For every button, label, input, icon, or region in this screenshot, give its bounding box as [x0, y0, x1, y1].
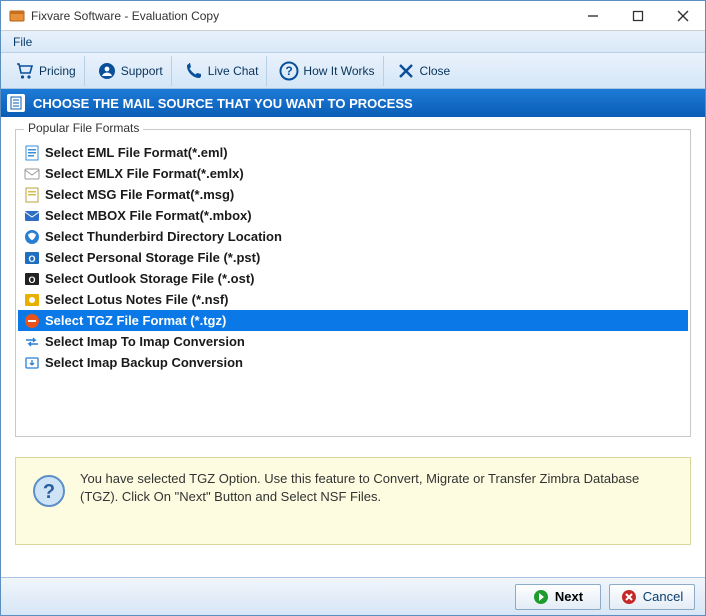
cancel-x-icon	[621, 589, 637, 605]
thunderbird-icon	[24, 229, 40, 245]
toolbar-howitworks-label: How It Works	[303, 64, 374, 78]
toolbar-pricing-button[interactable]: Pricing	[7, 56, 85, 86]
close-window-button[interactable]	[660, 1, 705, 30]
info-panel: ? You have selected TGZ Option. Use this…	[15, 457, 691, 545]
info-question-icon: ?	[32, 474, 66, 508]
eml-file-icon	[24, 145, 40, 161]
toolbar-support-button[interactable]: Support	[89, 56, 172, 86]
toolbar-howitworks-button[interactable]: ? How It Works	[271, 56, 383, 86]
format-item-label: Select Imap Backup Conversion	[45, 355, 243, 370]
svg-text:?: ?	[43, 481, 55, 503]
maximize-button[interactable]	[615, 1, 660, 30]
format-item-label: Select TGZ File Format (*.tgz)	[45, 313, 226, 328]
question-icon: ?	[279, 61, 299, 81]
imap-backup-icon	[24, 355, 40, 371]
menubar: File	[1, 31, 705, 53]
info-text: You have selected TGZ Option. Use this f…	[80, 468, 674, 505]
headset-icon	[97, 61, 117, 81]
footer: Next Cancel	[1, 577, 705, 615]
emlx-file-icon	[24, 166, 40, 182]
cart-icon	[15, 61, 35, 81]
format-item-label: Select Personal Storage File (*.pst)	[45, 250, 260, 265]
svg-text:O: O	[28, 275, 35, 285]
titlebar: Fixvare Software - Evaluation Copy	[1, 1, 705, 31]
lotus-notes-icon	[24, 292, 40, 308]
cancel-button-label: Cancel	[643, 589, 683, 604]
toolbar-livechat-button[interactable]: Live Chat	[176, 56, 268, 86]
zimbra-tgz-icon	[24, 313, 40, 329]
phone-icon	[184, 61, 204, 81]
toolbar-pricing-label: Pricing	[39, 64, 76, 78]
format-item-label: Select Lotus Notes File (*.nsf)	[45, 292, 228, 307]
msg-file-icon	[24, 187, 40, 203]
next-button[interactable]: Next	[515, 584, 601, 610]
next-button-label: Next	[555, 589, 583, 604]
next-arrow-icon	[533, 589, 549, 605]
window-title: Fixvare Software - Evaluation Copy	[31, 9, 570, 23]
format-item-label: Select EMLX File Format(*.emlx)	[45, 166, 244, 181]
imap-transfer-icon	[24, 334, 40, 350]
toolbar-close-label: Close	[420, 64, 451, 78]
formats-groupbox: Popular File Formats Select EML File For…	[15, 129, 691, 437]
format-item-mbox[interactable]: Select MBOX File Format(*.mbox)	[18, 205, 688, 226]
outlook-pst-icon: O	[24, 250, 40, 266]
main-panel: Popular File Formats Select EML File For…	[1, 117, 705, 437]
format-item-label: Select Thunderbird Directory Location	[45, 229, 282, 244]
toolbar: Pricing Support Live Chat ? How It Works…	[1, 53, 705, 89]
minimize-button[interactable]	[570, 1, 615, 30]
cancel-button[interactable]: Cancel	[609, 584, 695, 610]
app-icon	[9, 8, 25, 24]
format-item-emlx[interactable]: Select EMLX File Format(*.emlx)	[18, 163, 688, 184]
format-item-imap-backup[interactable]: Select Imap Backup Conversion	[18, 352, 688, 373]
format-item-ost[interactable]: O Select Outlook Storage File (*.ost)	[18, 268, 688, 289]
format-item-label: Select MSG File Format(*.msg)	[45, 187, 234, 202]
format-item-nsf[interactable]: Select Lotus Notes File (*.nsf)	[18, 289, 688, 310]
format-item-label: Select Imap To Imap Conversion	[45, 334, 245, 349]
menu-file[interactable]: File	[5, 33, 40, 51]
mbox-file-icon	[24, 208, 40, 224]
svg-text:?: ?	[286, 64, 293, 78]
toolbar-livechat-label: Live Chat	[208, 64, 259, 78]
header-doc-icon	[7, 94, 25, 112]
format-item-label: Select Outlook Storage File (*.ost)	[45, 271, 254, 286]
svg-text:O: O	[28, 254, 35, 264]
toolbar-close-button[interactable]: Close	[388, 56, 459, 86]
page-header: CHOOSE THE MAIL SOURCE THAT YOU WANT TO …	[1, 89, 705, 117]
format-item-pst[interactable]: O Select Personal Storage File (*.pst)	[18, 247, 688, 268]
format-item-label: Select MBOX File Format(*.mbox)	[45, 208, 252, 223]
format-item-tgz[interactable]: Select TGZ File Format (*.tgz)	[18, 310, 688, 331]
format-item-imap-to-imap[interactable]: Select Imap To Imap Conversion	[18, 331, 688, 352]
close-icon	[396, 61, 416, 81]
outlook-ost-icon: O	[24, 271, 40, 287]
formats-legend: Popular File Formats	[24, 121, 143, 135]
format-item-label: Select EML File Format(*.eml)	[45, 145, 228, 160]
window-controls	[570, 1, 705, 30]
format-item-eml[interactable]: Select EML File Format(*.eml)	[18, 142, 688, 163]
format-item-msg[interactable]: Select MSG File Format(*.msg)	[18, 184, 688, 205]
format-item-thunderbird[interactable]: Select Thunderbird Directory Location	[18, 226, 688, 247]
page-header-title: CHOOSE THE MAIL SOURCE THAT YOU WANT TO …	[33, 96, 413, 111]
format-list: Select EML File Format(*.eml) Select EML…	[18, 142, 688, 373]
toolbar-support-label: Support	[121, 64, 163, 78]
